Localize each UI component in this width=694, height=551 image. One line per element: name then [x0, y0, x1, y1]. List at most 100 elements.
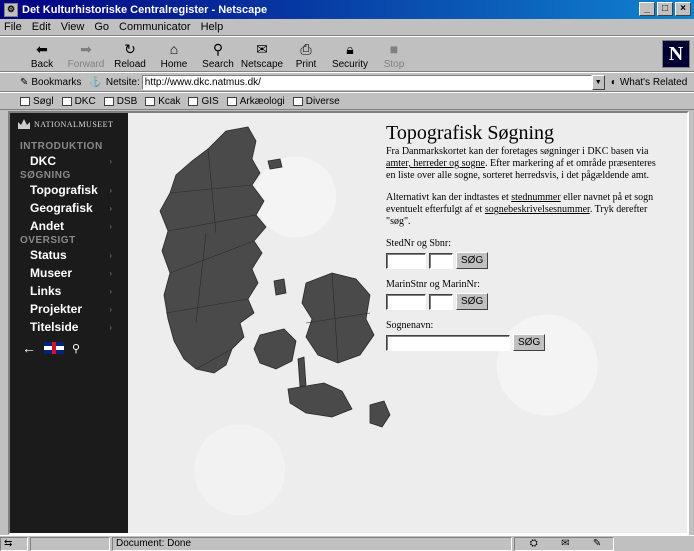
brand-label: NATIONALMUSEET: [34, 119, 114, 129]
marinnr-label: MarinStnr og MarinNr:: [386, 279, 480, 290]
sidebar-item-dkc[interactable]: DKC ›: [30, 152, 128, 170]
stednr-input[interactable]: [386, 252, 426, 269]
reload-label: Reload: [114, 59, 146, 70]
search-icon[interactable]: ⚲: [72, 342, 80, 355]
sidebar-item-status[interactable]: Status ›: [30, 246, 128, 264]
personal-item-kcak[interactable]: Kcak: [145, 96, 180, 107]
search-label: Search: [202, 59, 234, 70]
chevron-right-icon: ›: [109, 221, 112, 231]
home-button[interactable]: ⌂ Home: [154, 37, 194, 71]
window-controls: _ □ ×: [639, 2, 691, 16]
location-icon: ⚓: [89, 76, 102, 88]
sidebar-item-topografisk[interactable]: Topografisk ›: [30, 181, 128, 199]
menu-communicator[interactable]: Communicator: [119, 21, 191, 33]
amter-herreder-sogne-link[interactable]: amter, herreder og sogne: [386, 158, 485, 169]
chevron-right-icon: ›: [109, 268, 112, 278]
menu-file[interactable]: File: [4, 21, 22, 33]
personal-item-dsb[interactable]: DSB: [103, 95, 138, 107]
map-region-bornholm: [369, 400, 391, 428]
personal-item-label: DSB: [116, 95, 138, 107]
sidebar-item-links[interactable]: Links ›: [30, 282, 128, 300]
netscape-logo[interactable]: N: [662, 40, 690, 68]
stednr-search-button[interactable]: SØG: [456, 252, 489, 269]
chevron-right-icon: ›: [109, 322, 112, 332]
print-icon: ⎙: [300, 40, 312, 57]
stednr-form: SØG: [386, 252, 656, 269]
navigator-icon[interactable]: ⛭: [530, 538, 538, 549]
menu-view[interactable]: View: [61, 21, 85, 33]
intro-paragraph: Fra Danmarkskortet kan der foretages søg…: [386, 146, 656, 181]
minimize-button[interactable]: _: [639, 2, 655, 16]
back-arrow-icon[interactable]: ←: [22, 340, 36, 356]
personal-item-gis[interactable]: GIS: [188, 96, 219, 107]
map-region-lolland-falster: [287, 382, 353, 418]
search-icon: ⚲: [212, 40, 224, 57]
sidebar-item-label: Geografisk: [30, 201, 93, 215]
map-region-laeso: [267, 158, 283, 170]
menu-help[interactable]: Help: [201, 21, 224, 33]
marinnr-input[interactable]: [429, 293, 453, 310]
nationalmuseet-logo[interactable]: NATIONALMUSEET: [18, 119, 128, 129]
sognenavn-input[interactable]: [386, 334, 510, 351]
print-button[interactable]: ⎙ Print: [286, 37, 326, 71]
stednummer-link[interactable]: stednummer: [511, 192, 560, 203]
map-region-samso: [273, 278, 287, 296]
url-dropdown-button[interactable]: ▼: [591, 74, 605, 90]
component-bar[interactable]: ⛭ ✉ ✎: [514, 536, 614, 551]
bookmark-page-icon: [103, 96, 114, 106]
bookmarks-button[interactable]: ✎ Bookmarks: [20, 77, 81, 88]
uk-flag-icon[interactable]: [44, 342, 64, 354]
sognebeskrivelsesnummer-link[interactable]: sognebeskrivelsesnummer: [485, 204, 590, 215]
chevron-right-icon: ›: [109, 203, 112, 213]
menu-edit[interactable]: Edit: [32, 21, 51, 33]
personal-item-dkc[interactable]: DKC: [61, 96, 96, 107]
sidebar-item-andet[interactable]: Andet ›: [30, 217, 128, 235]
chevron-right-icon: ›: [109, 304, 112, 314]
whats-related-button[interactable]: ◐ What's Related: [611, 77, 688, 88]
sidebar-item-label: Projekter: [30, 302, 83, 316]
url-input[interactable]: http://www.dkc.natmus.dk/: [141, 74, 592, 90]
sidebar-item-label: Andet: [30, 219, 64, 233]
marinstnr-input[interactable]: [386, 293, 426, 310]
personal-item-label: Diverse: [305, 95, 340, 107]
sognenavn-search-button[interactable]: SØG: [513, 334, 546, 351]
marinnr-search-button[interactable]: SØG: [456, 293, 489, 310]
search-button[interactable]: ⚲ Search: [198, 37, 238, 71]
denmark-map[interactable]: [156, 123, 392, 441]
netsite-label: Netsite:: [105, 76, 140, 88]
personal-item-diverse[interactable]: Diverse: [292, 95, 340, 107]
security-button[interactable]: 🔒︎ Security: [330, 37, 370, 71]
close-button[interactable]: ×: [675, 2, 691, 16]
netscape-button[interactable]: ✉ Netscape: [241, 37, 283, 71]
sidebar-item-geografisk[interactable]: Geografisk ›: [30, 199, 128, 217]
related-icon: ◐: [610, 76, 617, 88]
sidebar-item-museer[interactable]: Museer ›: [30, 264, 128, 282]
sidebar-item-titelside[interactable]: Titelside ›: [30, 318, 128, 336]
sidebar-item-projekter[interactable]: Projekter ›: [30, 300, 128, 318]
mail-icon[interactable]: ✉: [561, 538, 569, 549]
folder-icon: [188, 96, 199, 106]
netscape-icon: ✉: [256, 40, 268, 57]
section-heading-introduktion: INTRODUKTION: [20, 141, 103, 152]
bookmark-page-icon: [145, 96, 156, 106]
forward-button[interactable]: ➡ Forward: [66, 37, 106, 71]
security-lock-icon: 🔒︎: [346, 40, 354, 57]
bookmark-page-icon: [61, 96, 72, 106]
bookmarks-label: Bookmarks: [31, 76, 82, 88]
composer-icon[interactable]: ✎: [593, 538, 601, 549]
page-viewport: NATIONALMUSEET INTRODUKTION DKC › SØGNING…: [8, 111, 689, 535]
back-button[interactable]: ⬅ Back: [22, 37, 62, 71]
menu-go[interactable]: Go: [94, 21, 109, 33]
marinnr-form: SØG: [386, 293, 656, 310]
sognenavn-label: Sognenavn:: [386, 320, 434, 331]
sbnr-input[interactable]: [429, 252, 453, 269]
maximize-button[interactable]: □: [657, 2, 673, 16]
personal-item-arkaeologi[interactable]: Arkæologi: [226, 96, 285, 107]
title-bar: ⚙ Det Kulturhistoriske Centralregister -…: [0, 0, 694, 19]
map-region-funen: [253, 328, 297, 370]
stop-button[interactable]: ■ Stop: [374, 37, 414, 71]
personal-item-sogl[interactable]: Søgl: [20, 96, 54, 107]
reload-button[interactable]: ↻ Reload: [110, 37, 150, 71]
folder-icon: [226, 96, 237, 106]
main-content: Topografisk Søgning Fra Danmarkskortet k…: [128, 113, 687, 533]
